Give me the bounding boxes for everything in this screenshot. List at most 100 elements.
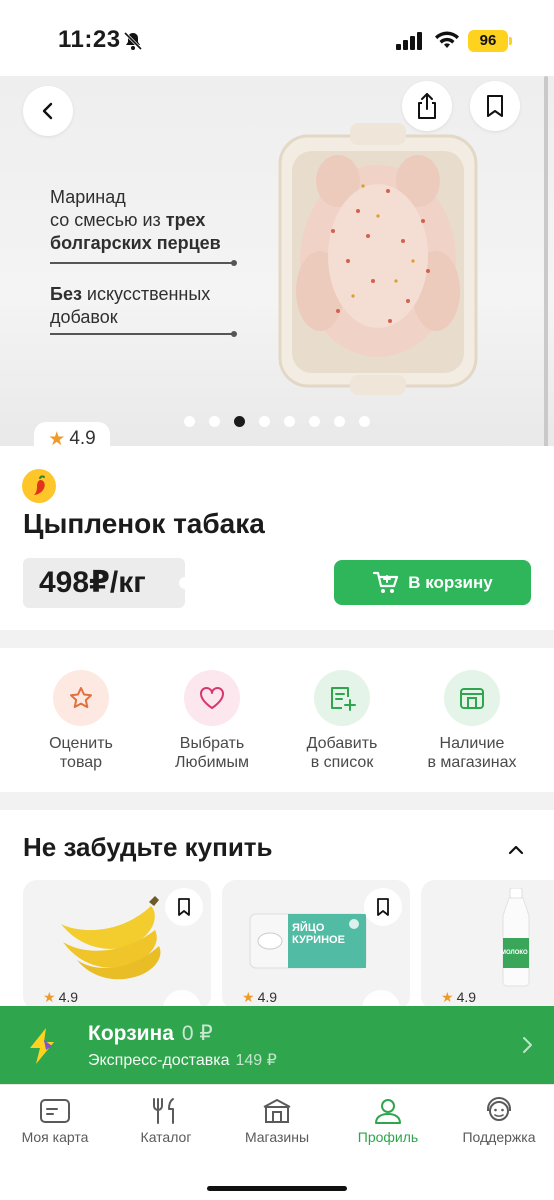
tab-label: Каталог (140, 1129, 192, 1145)
hero-divider (50, 260, 237, 266)
action-label: Выбрать (179, 735, 245, 752)
card-rating: ★ 4.9 (242, 989, 277, 1006)
tab-my-card[interactable]: Моя карта (0, 1097, 110, 1145)
action-label: в магазинах (427, 754, 517, 771)
cart-amount: 0 ₽ (181, 1022, 213, 1045)
status-bar: 11:23 96 (0, 0, 554, 76)
card-icon (40, 1099, 70, 1123)
tab-stores[interactable]: Магазины (222, 1097, 332, 1145)
pepper-icon (22, 469, 56, 503)
hero-caption-1: Маринад со смесью из трех болгарских пер… (50, 186, 250, 255)
section-title: Не забудьте купить (23, 832, 273, 862)
cart-title-text: Корзина (88, 1022, 174, 1045)
lightning-icon (30, 1028, 54, 1064)
tab-support[interactable]: Поддержка (444, 1097, 554, 1145)
tab-label: Магазины (244, 1129, 310, 1145)
share-icon (418, 93, 436, 119)
product-card-bananas[interactable]: ★ 4.9 (23, 880, 211, 1010)
carousel-dot[interactable] (359, 416, 370, 427)
chevron-left-icon (42, 102, 53, 120)
chicken-dish-image (278, 123, 478, 395)
action-label: товар (59, 754, 103, 771)
carousel-dots[interactable] (184, 416, 370, 427)
hero-caption-text: трех (165, 210, 206, 230)
hero-caption-text: Маринад (50, 187, 126, 207)
pack-text-line: ЯЙЦО (292, 922, 325, 934)
rating-value: 4.9 (58, 989, 79, 1005)
cart-bar[interactable]: Корзина 0 ₽ Экспресс-доставка 149 ₽ (0, 1006, 554, 1084)
bookmark-icon (487, 95, 503, 117)
home-indicator[interactable] (207, 1186, 347, 1191)
rating-value: 4.9 (456, 989, 477, 1005)
bookmark-icon (377, 898, 389, 916)
hero-caption-text: добавок (50, 307, 118, 327)
hero-caption-text: болгарских перцев (50, 233, 221, 253)
star-icon: ★ (43, 989, 56, 1005)
delivery-fee: 149 ₽ (235, 1052, 277, 1069)
favorite-action[interactable]: Выбрать Любимым (157, 670, 267, 772)
bookmark-button[interactable] (165, 888, 203, 926)
product-hero-image[interactable]: Маринад со смесью из трех болгарских пер… (0, 76, 554, 446)
product-actions: Оценить товар Выбрать Любимым Добавить в… (0, 648, 554, 792)
carousel-dot[interactable] (334, 416, 345, 427)
add-to-cart-button[interactable]: В корзину (334, 560, 531, 605)
chevron-up-icon[interactable] (506, 840, 526, 860)
store-icon (444, 670, 500, 726)
product-title: Цыпленок табака (23, 508, 265, 539)
add-to-list-action[interactable]: Добавить в список (287, 670, 397, 772)
tab-catalog[interactable]: Каталог (111, 1097, 221, 1145)
tab-label: Профиль (357, 1129, 419, 1145)
back-button[interactable] (23, 86, 73, 136)
store-availability-action[interactable]: Наличие в магазинах (417, 670, 527, 772)
product-card-eggs[interactable]: ЯЙЦО КУРИНОЕ ★ 4.9 (222, 880, 410, 1010)
wifi-icon (435, 31, 459, 48)
carousel-dot[interactable] (209, 416, 220, 427)
hero-caption-text: со смесью из (50, 210, 166, 230)
price-tag: 498₽/кг (23, 558, 191, 608)
milk-bottle-image (502, 888, 530, 987)
delivery-label: Экспресс-доставка (88, 1052, 230, 1069)
rating-value: 4.9 (257, 989, 278, 1005)
card-rating: ★ 4.9 (43, 989, 78, 1006)
cart-title: Корзина 0 ₽ (88, 1021, 213, 1046)
bottle-text: МОЛОКО (501, 950, 528, 956)
scrollbar[interactable] (544, 76, 548, 446)
pack-text: ЯЙЦО КУРИНОЕ (292, 922, 345, 946)
action-label: Любимым (174, 754, 250, 771)
pack-text-line: КУРИНОЕ (292, 934, 345, 946)
add-to-cart-label: В корзину (408, 572, 493, 592)
star-icon: ★ (441, 989, 454, 1005)
bell-off-icon (123, 31, 143, 51)
action-label: Наличие (439, 735, 505, 752)
bananas-image (61, 896, 161, 980)
carousel-dot[interactable] (184, 416, 195, 427)
battery-indicator: 96 (468, 30, 512, 52)
carousel-dot[interactable] (309, 416, 320, 427)
hero-caption-text: Без (50, 284, 82, 304)
action-label: в список (310, 754, 374, 771)
tab-label: Моя карта (21, 1129, 89, 1145)
heart-icon (184, 670, 240, 726)
product-card-milk[interactable]: МОЛОКО ★ 4.9 (421, 880, 554, 1010)
bottom-tab-bar: Моя карта Каталог Магазины Профиль Подде… (0, 1084, 554, 1200)
bookmark-button[interactable] (364, 888, 402, 926)
carousel-dot[interactable] (259, 416, 270, 427)
support-icon (487, 1097, 511, 1121)
product-card: Цыпленок табака 498₽/кг В корзину (0, 446, 554, 630)
hero-caption-text: искусственных (81, 284, 211, 304)
star-icon: ★ (242, 989, 255, 1005)
delivery-info: Экспресс-доставка 149 ₽ (88, 1050, 277, 1070)
status-time: 11:23 (58, 26, 121, 53)
carousel-dot[interactable] (284, 416, 295, 427)
cutlery-icon (153, 1098, 174, 1124)
action-label: Оценить (49, 735, 113, 752)
profile-icon (375, 1099, 401, 1124)
tab-label: Поддержка (462, 1129, 536, 1145)
hero-divider (50, 331, 237, 337)
tab-profile[interactable]: Профиль (333, 1097, 443, 1145)
rate-product-action[interactable]: Оценить товар (26, 670, 136, 772)
hero-caption-2: Без искусственных добавок (50, 283, 250, 329)
bookmark-icon (178, 898, 190, 916)
carousel-dot-active[interactable] (234, 416, 245, 427)
card-rating: ★ 4.9 (441, 989, 476, 1006)
